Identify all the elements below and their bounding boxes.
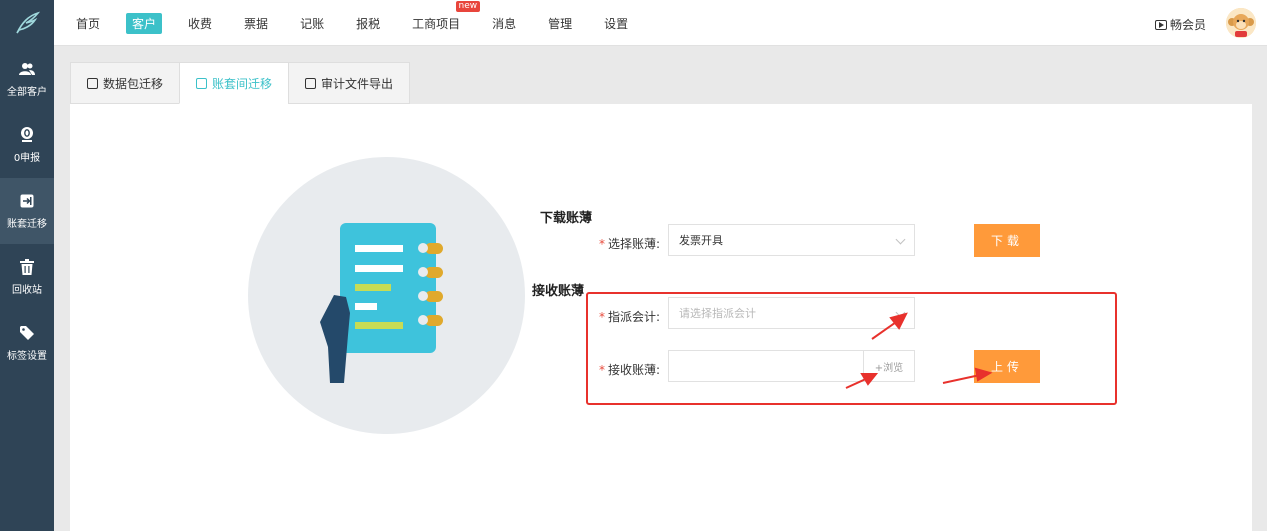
monkey-avatar-icon <box>1226 8 1256 38</box>
assign-accountant-label: * 指派会计: <box>599 308 660 325</box>
tab-data-package-migration[interactable]: 数据包迁移 <box>70 62 180 104</box>
users-icon <box>19 61 35 77</box>
required-marker: * <box>599 363 605 377</box>
sidebar-item-recycle-bin[interactable]: 回收站 <box>0 244 54 310</box>
required-marker: * <box>599 237 605 251</box>
sidebar-item-zero-declare[interactable]: 0申报 <box>0 112 54 178</box>
main-content: 下载账薄 * 选择账薄: 发票开具 下载 接收账薄 * 指派会计: 请选择指派会计 … <box>70 104 1252 531</box>
tab-label: 数据包迁移 <box>103 76 164 91</box>
receive-section-title: 接收账薄 <box>532 284 585 299</box>
nav-home[interactable]: 首页 <box>70 13 106 34</box>
zero-declare-icon <box>19 126 35 143</box>
receive-book-label: * 接收账薄: <box>599 361 660 378</box>
vip-link[interactable]: 畅会员 <box>1155 16 1206 33</box>
illustration <box>248 157 525 434</box>
nav-charges[interactable]: 收费 <box>182 13 218 34</box>
tab-label: 审计文件导出 <box>321 76 394 91</box>
tab-label: 账套间迁移 <box>212 76 273 91</box>
download-button[interactable]: 下载 <box>974 224 1040 257</box>
sidebar-item-migrate[interactable]: 账套迁移 <box>0 178 54 244</box>
select-book-value: 发票开具 <box>679 234 723 247</box>
sidebar-item-tag-settings[interactable]: 标签设置 <box>0 310 54 376</box>
required-marker: * <box>599 310 605 324</box>
vip-label: 畅会员 <box>1170 18 1207 32</box>
sidebar-item-all-customers[interactable]: 全部客户 <box>0 46 54 112</box>
migrate-icon <box>19 193 35 209</box>
upload-button[interactable]: 上传 <box>974 350 1040 383</box>
chevron-down-icon <box>895 307 906 318</box>
download-section-title: 下载账薄 <box>540 211 593 226</box>
tab-audit-file-export[interactable]: 审计文件导出 <box>288 62 411 104</box>
select-book-label-text: 选择账薄: <box>608 237 661 251</box>
package-icon <box>87 77 98 89</box>
receive-book-file-input[interactable] <box>668 350 864 382</box>
select-book-dropdown[interactable]: 发票开具 <box>668 224 915 256</box>
nav-bookkeeping[interactable]: 记账 <box>294 13 330 34</box>
sidebar-item-label: 0申报 <box>13 152 41 164</box>
sidebar-item-label: 账套迁移 <box>7 218 47 230</box>
nav-management[interactable]: 管理 <box>542 13 578 34</box>
nav-business-projects[interactable]: 工商项目 new <box>406 0 481 34</box>
trash-icon <box>19 258 35 275</box>
top-bar: 首页 客户 收费 票据 记账 报税 工商项目 new 消息 管理 设置 畅会员 <box>0 0 1267 46</box>
receive-book-label-text: 接收账薄: <box>608 363 661 377</box>
app-logo[interactable] <box>0 0 54 46</box>
nav-business-projects-label: 工商项目 <box>412 16 461 31</box>
sidebar: 全部客户 0申报 账套迁移 回收站 标签设置 <box>0 46 54 531</box>
play-icon <box>1155 19 1167 30</box>
sidebar-item-label: 全部客户 <box>7 86 47 98</box>
nav-messages[interactable]: 消息 <box>486 13 522 34</box>
assign-accountant-dropdown[interactable]: 请选择指派会计 <box>668 297 915 329</box>
nav-customers[interactable]: 客户 <box>126 12 163 34</box>
sidebar-item-label: 回收站 <box>12 284 42 296</box>
nav-settings[interactable]: 设置 <box>598 13 634 34</box>
sidebar-item-label: 标签设置 <box>7 350 47 362</box>
nav-tax[interactable]: 报税 <box>350 13 386 34</box>
notebook-illustration-icon <box>320 223 443 383</box>
chevron-down-icon <box>895 234 906 245</box>
tab-bar: 数据包迁移 账套间迁移 审计文件导出 <box>70 62 411 104</box>
export-icon <box>305 77 317 89</box>
tab-account-set-migration[interactable]: 账套间迁移 <box>179 62 289 104</box>
assign-accountant-placeholder: 请选择指派会计 <box>679 307 756 320</box>
new-badge: new <box>455 0 481 12</box>
main-nav: 首页 客户 收费 票据 记账 报税 工商项目 new 消息 管理 设置 <box>60 0 644 46</box>
feather-logo-icon <box>16 11 40 34</box>
tag-icon <box>19 325 35 341</box>
sync-icon <box>196 77 208 89</box>
browse-button[interactable]: +浏览 <box>863 350 915 382</box>
avatar[interactable] <box>1226 8 1256 38</box>
select-book-label: * 选择账薄: <box>599 235 660 252</box>
assign-accountant-label-text: 指派会计: <box>608 310 661 324</box>
nav-bills[interactable]: 票据 <box>238 13 274 34</box>
